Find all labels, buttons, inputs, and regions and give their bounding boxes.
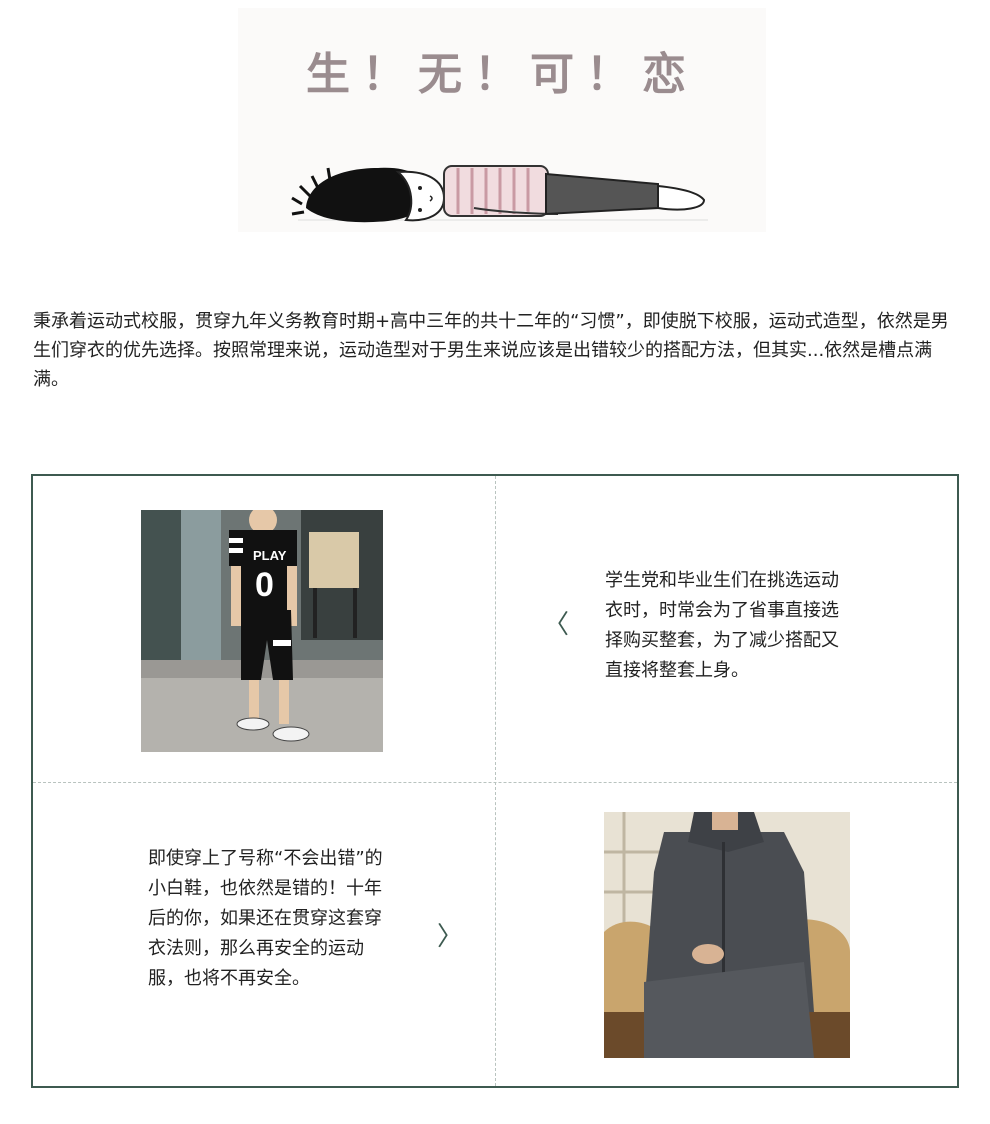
chevron-left-icon: 〈 <box>543 610 570 640</box>
outfit-grid: PLAY 0 〈 学生党和毕业生们在挑选运动衣时，时常会为了省事直接选择购买整套… <box>31 474 959 1088</box>
grey-tracksuit-photo <box>604 812 850 1058</box>
chevron-right-icon: 〉 <box>437 922 464 952</box>
caption-matching-set: 学生党和毕业生们在挑选运动衣时，时常会为了省事直接选择购买整套，为了减少搭配又直… <box>605 570 839 681</box>
jersey-text: PLAY <box>253 548 287 563</box>
vertical-divider <box>495 476 496 1086</box>
jersey-number: 0 <box>255 566 274 604</box>
caption-white-sneakers: 即使穿上了号称“不会出错”的小白鞋，也依然是错的！十年后的你，如果还在贯穿这套穿… <box>148 848 383 989</box>
horizontal-divider <box>33 782 957 783</box>
lying-girl-drawing <box>291 165 708 223</box>
hero-illustration: 生！无！可！恋 <box>238 8 766 232</box>
sportswear-set-photo: PLAY 0 <box>141 510 383 752</box>
intro-paragraph: 秉承着运动式校服，贯穿九年义务教育时期+高中三年的共十二年的“习惯”，即使脱下校… <box>33 311 949 390</box>
